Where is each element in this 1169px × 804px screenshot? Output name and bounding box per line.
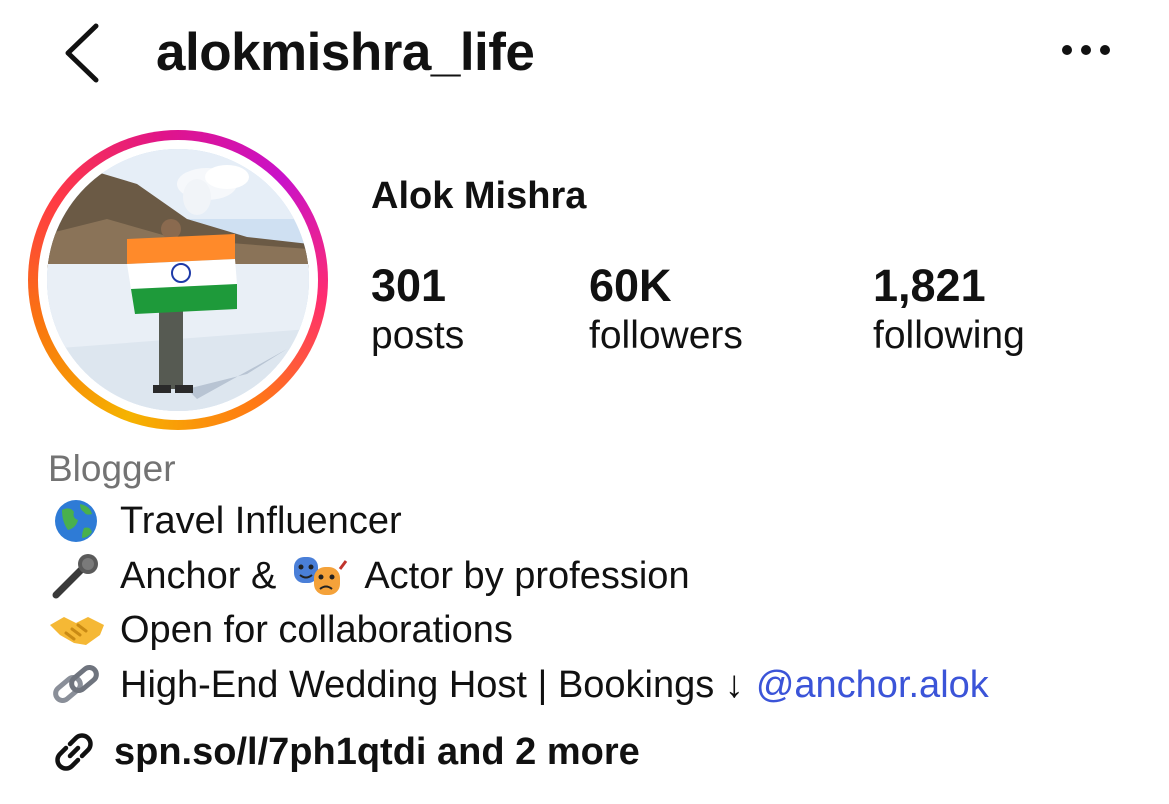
- back-button[interactable]: [58, 22, 108, 84]
- more-options-button[interactable]: [1058, 30, 1114, 70]
- performing-arts-icon: [290, 553, 348, 599]
- stat-following[interactable]: 1,821 following: [873, 260, 1025, 360]
- followers-count: 60K: [589, 260, 672, 311]
- microphone-icon: [48, 553, 106, 599]
- followers-label: followers: [589, 314, 743, 357]
- posts-count: 301: [371, 260, 447, 311]
- mention-link[interactable]: @anchor.alok: [756, 658, 989, 712]
- bio-line-text: High-End Wedding Host | Bookings ↓: [120, 664, 744, 706]
- bio-line-collab: Open for collaborations: [48, 603, 513, 657]
- link-chain-icon: [48, 662, 106, 708]
- following-label: following: [873, 314, 1025, 357]
- bio-line-text-before: Anchor &: [120, 555, 277, 597]
- posts-label: posts: [371, 314, 465, 357]
- stat-followers[interactable]: 60K followers: [589, 260, 743, 360]
- bio-line-travel: Travel Influencer: [48, 494, 402, 548]
- chevron-left-icon: [65, 23, 99, 83]
- avatar: [47, 149, 309, 411]
- external-link[interactable]: spn.so/l/7ph1qtdi and 2 more: [48, 724, 640, 780]
- more-horizontal-icon: [1062, 45, 1110, 55]
- bio-line-text: Open for collaborations: [120, 609, 513, 651]
- external-link-text: spn.so/l/7ph1qtdi and 2 more: [114, 730, 640, 773]
- following-count: 1,821: [873, 260, 986, 311]
- avatar-photo-image: [47, 149, 309, 411]
- bio-line-anchor: Anchor & Actor by profession: [48, 549, 690, 603]
- bio-line-text-after: Actor by profession: [364, 555, 690, 597]
- profile-username: alokmishra_life: [156, 23, 535, 82]
- avatar-frame: [38, 140, 318, 420]
- display-name: Alok Mishra: [371, 175, 587, 217]
- bio-line-wedding: High-End Wedding Host | Bookings ↓ @anch…: [48, 658, 989, 712]
- handshake-icon: [48, 607, 106, 653]
- profile-category: Blogger: [48, 448, 176, 489]
- story-ring[interactable]: [28, 130, 328, 430]
- link-icon: [55, 733, 93, 771]
- bio-line-text: Travel Influencer: [120, 500, 402, 542]
- stat-posts[interactable]: 301 posts: [371, 260, 464, 360]
- globe-icon: [48, 498, 106, 544]
